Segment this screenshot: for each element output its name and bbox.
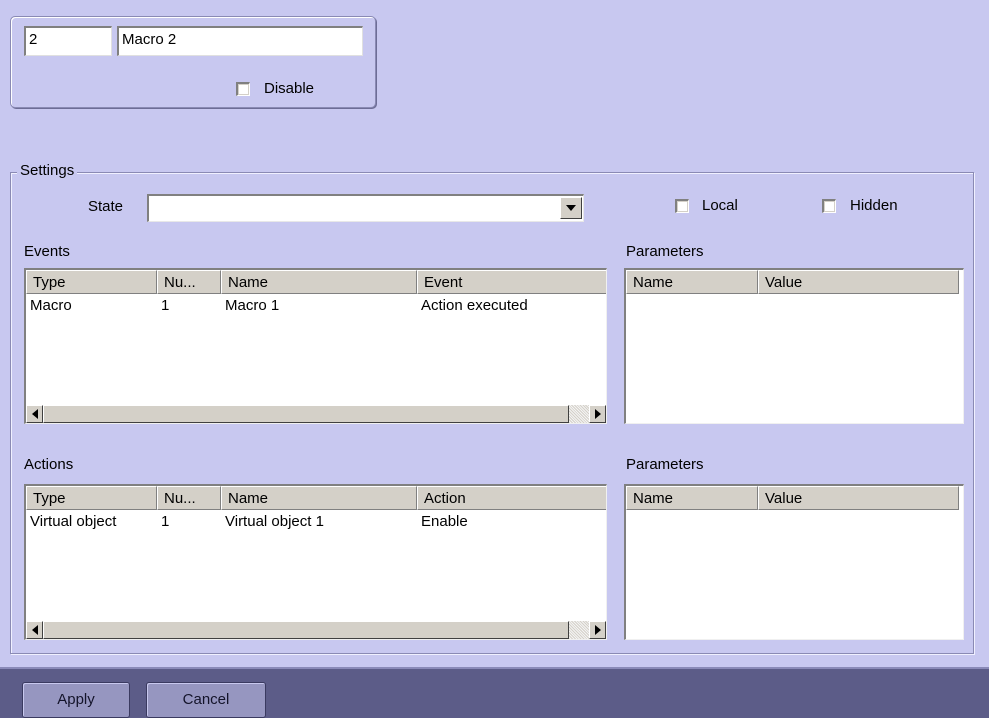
scroll-thumb[interactable] (43, 621, 569, 639)
events-cell-number: 1 (161, 297, 170, 314)
actions-col-name[interactable]: Name (221, 486, 417, 510)
actions-list[interactable]: Type Nu... Name Action Virtual object 1 … (24, 484, 607, 640)
actions-parameters-header: Name Value (626, 486, 959, 510)
scroll-right-button[interactable] (589, 405, 606, 423)
cancel-button[interactable]: Cancel (146, 682, 266, 718)
actions-col-action[interactable]: Action (417, 486, 606, 510)
actions-col-number[interactable]: Nu... (157, 486, 221, 510)
events-col-type[interactable]: Type (26, 270, 157, 294)
state-label: State (88, 198, 124, 215)
arrow-left-icon (31, 409, 38, 419)
events-parameters-header: Name Value (626, 270, 959, 294)
arrow-left-icon (31, 625, 38, 635)
scroll-thumb[interactable] (43, 405, 569, 423)
local-checkbox[interactable] (675, 199, 689, 213)
state-dropdown-button[interactable] (560, 197, 582, 219)
actions-parameters-title: Parameters (626, 456, 704, 473)
arrow-right-icon (594, 625, 601, 635)
arrow-right-icon (594, 409, 601, 419)
hidden-checkbox[interactable] (822, 199, 836, 213)
settings-title: Settings (17, 162, 78, 180)
actions-cell-action: Enable (421, 513, 468, 530)
actions-horizontal-scrollbar[interactable] (26, 621, 606, 639)
actions-parameters-col-name[interactable]: Name (626, 486, 758, 510)
events-col-name[interactable]: Name (221, 270, 417, 294)
events-col-event[interactable]: Event (417, 270, 606, 294)
actions-cell-number: 1 (161, 513, 170, 530)
apply-button[interactable]: Apply (22, 682, 130, 718)
state-dropdown[interactable] (147, 194, 584, 222)
events-list[interactable]: Type Nu... Name Event Macro 1 Macro 1 Ac… (24, 268, 607, 424)
table-row[interactable]: Virtual object 1 Virtual object 1 Enable (26, 510, 606, 534)
scroll-left-button[interactable] (26, 405, 43, 423)
actions-parameters-list[interactable]: Name Value (624, 484, 964, 640)
local-label: Local (702, 197, 738, 214)
table-row[interactable]: Macro 1 Macro 1 Action executed (26, 294, 606, 318)
events-list-header: Type Nu... Name Event (26, 270, 606, 294)
events-horizontal-scrollbar[interactable] (26, 405, 606, 423)
actions-list-header: Type Nu... Name Action (26, 486, 606, 510)
events-parameters-col-name[interactable]: Name (626, 270, 758, 294)
events-col-number[interactable]: Nu... (157, 270, 221, 294)
chevron-down-icon (566, 205, 576, 211)
scroll-left-button[interactable] (26, 621, 43, 639)
actions-col-type[interactable]: Type (26, 486, 157, 510)
events-parameters-list[interactable]: Name Value (624, 268, 964, 424)
object-name-field[interactable]: Macro 2 (117, 26, 363, 56)
actions-cell-name: Virtual object 1 (225, 513, 324, 530)
events-parameters-title: Parameters (626, 243, 704, 260)
actions-cell-type: Virtual object (30, 513, 117, 530)
events-cell-event: Action executed (421, 297, 528, 314)
events-cell-type: Macro (30, 297, 72, 314)
object-id-field[interactable]: 2 (24, 26, 112, 56)
disable-label: Disable (264, 80, 315, 97)
disable-checkbox[interactable] (236, 82, 250, 96)
scroll-right-button[interactable] (589, 621, 606, 639)
events-cell-name: Macro 1 (225, 297, 280, 314)
events-title: Events (24, 243, 70, 260)
events-parameters-col-value[interactable]: Value (758, 270, 959, 294)
actions-parameters-col-value[interactable]: Value (758, 486, 959, 510)
actions-title: Actions (24, 456, 74, 473)
hidden-label: Hidden (850, 197, 898, 214)
